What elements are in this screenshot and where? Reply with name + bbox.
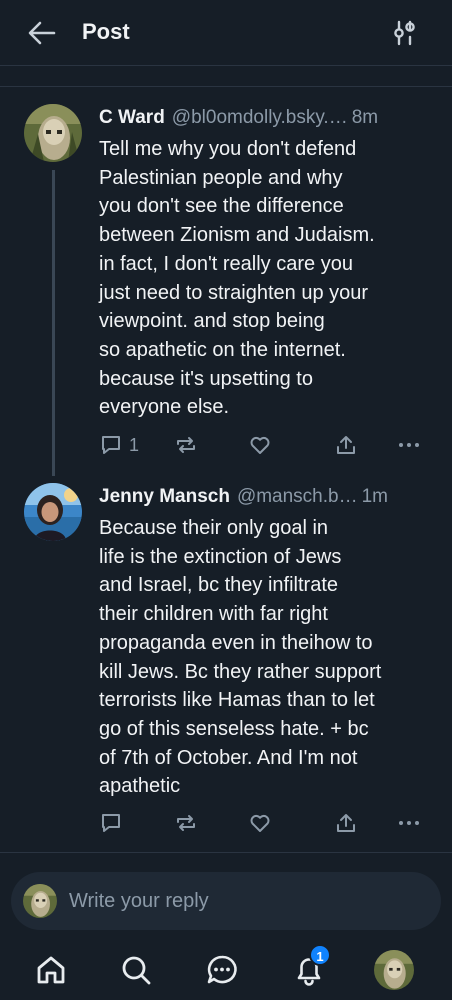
post-header: C Ward @bl0omdolly.bsky.… 8m	[99, 105, 430, 131]
chat-icon	[207, 955, 237, 984]
reply-button[interactable]	[99, 808, 129, 838]
arrow-left-icon	[28, 21, 56, 45]
more-options-button[interactable]	[397, 808, 421, 838]
post-timestamp: 1m	[361, 486, 389, 507]
like-button[interactable]	[248, 808, 272, 838]
post-text: Tell me why you don't defend Palestinian…	[99, 138, 375, 419]
share-icon	[337, 436, 355, 454]
nav-profile[interactable]	[374, 950, 414, 990]
share-icon	[337, 814, 355, 832]
post-timestamp: 8m	[351, 107, 379, 128]
repost-icon	[177, 437, 195, 453]
author-handle[interactable]: @bl0omdolly.bsky.…	[172, 105, 348, 131]
top-bar: Post	[0, 0, 452, 66]
home-icon	[37, 956, 65, 984]
bottom-navigation: 1	[0, 938, 452, 1000]
more-dots-icon	[399, 443, 419, 447]
nav-notifications[interactable]: 1	[289, 944, 331, 990]
heart-icon	[250, 436, 270, 454]
post-item[interactable]: Jenny Mansch @mansch.b… 1m Because their…	[0, 476, 452, 850]
thread-options-button[interactable]	[390, 18, 420, 48]
post-actions: 1	[99, 430, 429, 460]
search-icon	[122, 956, 151, 985]
author-handle[interactable]: @mansch.b…	[237, 484, 358, 510]
sliders-icon	[394, 20, 415, 46]
profile-avatar	[374, 950, 414, 990]
reply-input-placeholder[interactable]: Write your reply	[69, 888, 209, 914]
share-button[interactable]	[334, 430, 358, 460]
post-text: Because their only goal in life is the e…	[99, 517, 382, 798]
more-options-button[interactable]	[397, 430, 421, 460]
nav-chat[interactable]	[202, 950, 242, 990]
nav-home[interactable]	[31, 950, 71, 990]
nav-search[interactable]	[116, 950, 156, 990]
author-name[interactable]: C Ward	[99, 105, 165, 131]
section-divider	[0, 852, 452, 853]
post-item[interactable]: C Ward @bl0omdolly.bsky.… 8m Tell me why…	[0, 96, 452, 476]
thread-connector	[52, 170, 55, 476]
back-button[interactable]	[26, 18, 58, 48]
repost-button[interactable]	[174, 430, 198, 460]
avatar[interactable]	[24, 104, 82, 162]
notification-badge: 1	[309, 944, 331, 966]
reply-icon	[102, 814, 120, 832]
post-actions	[99, 808, 429, 838]
reply-count: 1	[129, 434, 140, 455]
repost-icon	[177, 815, 195, 831]
repost-button[interactable]	[174, 808, 198, 838]
page-title: Post	[82, 19, 130, 44]
avatar[interactable]	[24, 483, 82, 541]
section-divider	[0, 86, 452, 87]
reply-composer[interactable]: Write your reply	[11, 872, 441, 930]
share-button[interactable]	[334, 808, 358, 838]
avatar	[23, 884, 57, 918]
reply-button[interactable]: 1	[99, 430, 139, 460]
post-thread-screen: Post C Ward @bl0omdolly.bsky.… 8m Tell m…	[0, 0, 452, 1000]
like-button[interactable]	[248, 430, 272, 460]
more-dots-icon	[399, 821, 419, 825]
heart-icon	[250, 814, 270, 832]
reply-icon	[102, 436, 120, 454]
author-name[interactable]: Jenny Mansch	[99, 484, 230, 510]
post-header: Jenny Mansch @mansch.b… 1m	[99, 484, 430, 510]
